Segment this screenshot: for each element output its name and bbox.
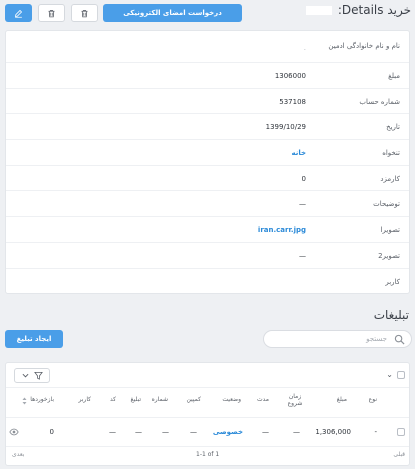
detail-row-admin: نام و نام خانوادگی ادمین .	[6, 31, 409, 63]
cell-type: -	[374, 428, 377, 436]
detail-label: نام و نام خانوادگی ادمین	[328, 42, 400, 50]
trash-icon	[48, 9, 55, 17]
detail-value: —	[299, 251, 306, 260]
detail-row-description: توضیحات —	[6, 191, 409, 218]
detail-row-petty-cash: تنخواه خانه	[6, 140, 409, 166]
title-redacted-box	[306, 6, 333, 15]
filter-icon	[33, 371, 43, 380]
detail-label: تاریخ	[386, 123, 400, 132]
cell-feedbacks: 0	[49, 428, 54, 436]
detail-row-fee: کارمزد 0	[6, 166, 409, 192]
col-status[interactable]: وضعیت	[222, 396, 241, 403]
delete-button[interactable]	[71, 4, 98, 22]
detail-row-amount: مبلغ 1306000	[6, 63, 409, 89]
detail-label: تصویر2	[378, 251, 400, 260]
col-campaign[interactable]: کمپین	[186, 396, 201, 403]
page-title-text: خرید Details:	[337, 3, 411, 17]
create-ad-button[interactable]: ایجاد تبلیغ	[5, 330, 63, 348]
trash-icon	[81, 9, 88, 17]
filter-button[interactable]	[14, 368, 50, 383]
select-all-checkbox[interactable]	[397, 371, 405, 379]
page-header: خرید Details: درخواست امضای الکترونیکی	[0, 0, 415, 26]
ads-table: ⌄ نوع مبلغ زمان شروع مدت وضعیت کمپین شما…	[5, 362, 410, 466]
col-type[interactable]: نوع	[369, 396, 377, 403]
col-number[interactable]: شماره	[152, 396, 168, 403]
detail-row-date: تاریخ 1399/10/29	[6, 114, 409, 141]
table-toolbar: ⌄	[6, 363, 409, 388]
page-title: خرید Details:	[304, 3, 411, 17]
pagination: قبلی 1-1 of 1 بعدی	[6, 447, 409, 464]
detail-label: مبلغ	[388, 72, 400, 80]
image-file-link[interactable]: iran.carr.jpg	[6, 226, 306, 234]
detail-value: 1306000	[274, 72, 306, 80]
detail-value: 537108	[279, 97, 306, 106]
row-checkbox[interactable]	[397, 428, 405, 436]
next-page-button[interactable]: بعدی	[12, 451, 24, 458]
e-signature-request-button[interactable]: درخواست امضای الکترونیکی	[103, 4, 242, 22]
col-user[interactable]: کاربر	[78, 396, 91, 403]
col-start-time[interactable]: زمان شروع	[284, 393, 306, 407]
table-row[interactable]: - 1,306,000 — — خصوصی — — — — 0	[6, 418, 409, 447]
detail-label: کارمزد	[380, 174, 400, 183]
petty-cash-link[interactable]: خانه	[6, 149, 306, 157]
col-code[interactable]: کد	[110, 396, 116, 403]
search-placeholder: جستجو	[366, 335, 387, 343]
detail-row-account: شماره حساب 537108	[6, 89, 409, 115]
sort-icon[interactable]	[22, 397, 27, 405]
detail-row-image1: تصویرا iran.carr.jpg	[6, 217, 409, 243]
edit-button[interactable]	[5, 4, 32, 22]
cell-status[interactable]: خصوصی	[213, 428, 243, 436]
cell-duration: —	[262, 428, 269, 436]
details-card: نام و نام خانوادگی ادمین . مبلغ 1306000 …	[5, 30, 410, 294]
cell-number: —	[162, 428, 169, 436]
chevron-down-icon	[22, 373, 28, 378]
eye-icon[interactable]	[9, 427, 19, 437]
col-feedbacks[interactable]: بازخوردها	[30, 396, 54, 403]
search-icon	[394, 334, 405, 345]
delete-all-button[interactable]	[38, 4, 65, 22]
detail-row-user: کاربر	[6, 269, 409, 295]
detail-label: کاربر	[385, 277, 400, 286]
select-menu-chevron-icon[interactable]: ⌄	[386, 370, 393, 379]
detail-label: تصویرا	[380, 226, 400, 235]
detail-label: توضیحات	[373, 200, 400, 209]
detail-value: 1399/10/29	[265, 123, 306, 132]
page-info: 1-1 of 1	[196, 451, 220, 458]
table-header: نوع مبلغ زمان شروع مدت وضعیت کمپین شماره…	[6, 388, 409, 418]
detail-value: .	[303, 44, 306, 52]
cell-code: —	[109, 428, 116, 436]
col-amount[interactable]: مبلغ	[337, 396, 347, 403]
detail-label: شماره حساب	[359, 97, 400, 106]
edit-icon	[14, 9, 23, 18]
detail-value: —	[299, 200, 306, 209]
cell-start-time: —	[293, 428, 300, 436]
cell-amount: 1,306,000	[315, 428, 351, 436]
section-title: تبلیغات	[373, 308, 409, 322]
cell-ad: —	[135, 428, 142, 436]
cell-campaign: —	[190, 428, 197, 436]
prev-page-button[interactable]: قبلی	[393, 451, 405, 458]
search-input[interactable]: جستجو	[263, 330, 412, 348]
detail-value: 0	[301, 174, 306, 183]
detail-label: تنخواه	[382, 149, 400, 158]
detail-row-image2: تصویر2 —	[6, 243, 409, 269]
col-ad[interactable]: تبلیغ	[131, 396, 141, 403]
col-duration[interactable]: مدت	[257, 396, 269, 403]
